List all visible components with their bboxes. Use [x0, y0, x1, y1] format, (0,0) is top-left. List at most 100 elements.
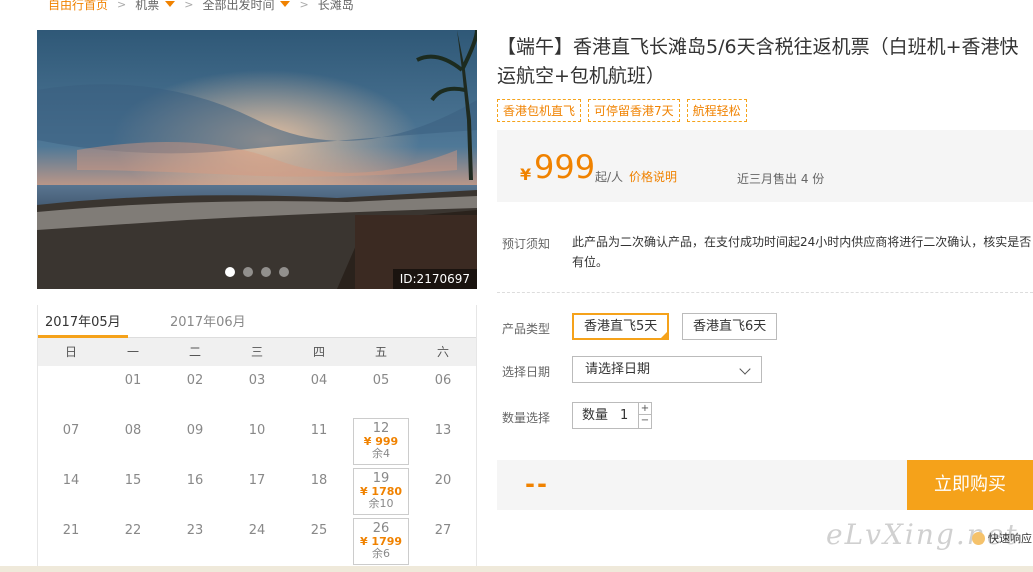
quantity-label: 数量选择: [502, 411, 551, 425]
calendar-day-number: 07: [62, 423, 80, 438]
quick-response-badge[interactable]: 快速响应: [972, 530, 1032, 546]
calendar-day-number: 11: [310, 423, 328, 438]
calendar-day-number: 19: [372, 471, 390, 486]
dropdown-triangle-icon[interactable]: [165, 1, 176, 7]
product-tag: 香港包机直飞: [497, 99, 582, 122]
calendar-day: 22: [102, 516, 164, 566]
quantity-increase-button[interactable]: +: [639, 403, 651, 415]
weekday-label: 五: [374, 345, 387, 359]
calendar-day-remaining: 余4: [372, 447, 390, 460]
dropdown-triangle-icon[interactable]: [280, 1, 291, 7]
calendar-day: 16: [164, 466, 226, 516]
product-tags: 香港包机直飞 可停留香港7天 航程轻松: [497, 99, 747, 122]
calendar-grid: 01 02 03 04 05 06 07 08 09 10 11 12 ¥ 999 余4 13 14 15 16 1…: [38, 366, 476, 566]
notice-label: 预订须知: [502, 237, 551, 251]
carousel-dot[interactable]: [243, 267, 253, 277]
carousel-dot[interactable]: [261, 267, 271, 277]
carousel-dot[interactable]: [279, 267, 289, 277]
calendar-day-number: 03: [248, 373, 266, 388]
weekday-label: 四: [312, 345, 325, 359]
calendar-day-number: 08: [124, 423, 142, 438]
calendar-day-number: 22: [124, 523, 142, 538]
calendar-day-number: 23: [186, 523, 204, 538]
calendar-day-available[interactable]: 12 ¥ 999 余4: [353, 418, 409, 465]
calendar-day-number: 01: [124, 373, 142, 388]
chevron-down-icon: [739, 363, 751, 375]
calendar-day-remaining: 余6: [372, 547, 390, 560]
calendar-day: 13: [412, 416, 474, 466]
weekday-label: 一: [126, 345, 139, 359]
breadcrumb-current: 长滩岛: [317, 0, 354, 12]
breadcrumb-home-link[interactable]: 自由行首页: [48, 0, 108, 13]
calendar-day: 20: [412, 466, 474, 516]
calendar-day-number: 20: [434, 473, 452, 488]
breadcrumb-separator-icon: >: [299, 0, 309, 11]
weekday-label: 三: [250, 345, 263, 359]
breadcrumb-separator-icon: >: [117, 0, 127, 11]
calendar-day-number: 05: [372, 373, 390, 388]
calendar-day: 03: [226, 366, 288, 416]
product-type-option-6day[interactable]: 香港直飞6天: [682, 313, 778, 340]
price-unit: 起/人: [595, 170, 624, 184]
tab-may[interactable]: 2017年05月: [45, 311, 121, 330]
date-select[interactable]: 请选择日期: [572, 356, 762, 383]
calendar-day-number: 24: [248, 523, 266, 538]
product-type-option-5day[interactable]: 香港直飞5天: [572, 313, 670, 340]
hand-icon: [972, 531, 985, 545]
calendar-day: 08: [102, 416, 164, 466]
product-title: 【端午】香港直飞长滩岛5/6天含税往返机票（白班机+香港快运航空+包机航班）: [497, 36, 1019, 87]
weekday-label: 日: [64, 345, 77, 359]
breadcrumb-separator-icon: >: [184, 0, 194, 11]
price-calendar: 2017年05月 2017年06月 日 一 二 三 四 五 六 01 02 03 04…: [37, 305, 477, 572]
calendar-day-remaining: 余10: [368, 497, 394, 510]
calendar-day-number: 17: [248, 473, 266, 488]
calendar-day: 27: [412, 516, 474, 566]
calendar-day: 06: [412, 366, 474, 416]
calendar-day-available[interactable]: 26 ¥ 1799 余6: [353, 518, 409, 565]
sales-count: 近三月售出 4 份: [737, 172, 825, 186]
product-tag: 航程轻松: [686, 99, 747, 122]
calendar-day: 25: [288, 516, 350, 566]
calendar-day-number: 04: [310, 373, 328, 388]
calendar-day: 14: [40, 466, 102, 516]
breadcrumb: 自由行首页 > 机票 > 全部出发时间 > 长滩岛: [48, 0, 354, 12]
calendar-day-number: 14: [62, 473, 80, 488]
calendar-day: 23: [164, 516, 226, 566]
calendar-day-number: 10: [248, 423, 266, 438]
product-photo[interactable]: ID:2170697: [37, 30, 477, 289]
calendar-day: 02: [164, 366, 226, 416]
calendar-day: [40, 366, 102, 416]
breadcrumb-flights-link[interactable]: 机票: [135, 0, 159, 13]
weekday-label: 六: [436, 345, 449, 359]
section-divider: [497, 292, 1033, 293]
calendar-day: 01: [102, 366, 164, 416]
calendar-day-available[interactable]: 19 ¥ 1780 余10: [353, 468, 409, 515]
calendar-day: 17: [226, 466, 288, 516]
product-tag: 可停留香港7天: [588, 99, 680, 122]
quick-response-label: 快速响应: [988, 532, 1032, 545]
buy-now-button[interactable]: 立即购买: [907, 460, 1033, 510]
calendar-day: 24: [226, 516, 288, 566]
purchase-bar: -- 立即购买: [497, 460, 1033, 510]
quantity-decrease-button[interactable]: −: [639, 415, 651, 427]
date-select-value: 请选择日期: [585, 362, 651, 377]
calendar-weekday-header: 日 一 二 三 四 五 六: [38, 338, 476, 366]
weekday-label: 二: [188, 345, 201, 359]
calendar-day: 07: [40, 416, 102, 466]
carousel-dot[interactable]: [225, 267, 235, 277]
calendar-day: 10: [226, 416, 288, 466]
calendar-day-number: 26: [372, 521, 390, 536]
quantity-buttons: + −: [638, 403, 651, 428]
calendar-day: 21: [40, 516, 102, 566]
breadcrumb-departure-time-link[interactable]: 全部出发时间: [202, 0, 274, 13]
active-tab-underline: [38, 335, 128, 338]
calendar-day-number: 02: [186, 373, 204, 388]
product-price: 999: [534, 148, 596, 186]
quantity-stepper[interactable]: 数量 1 + −: [572, 402, 652, 429]
carousel-dots: [225, 267, 289, 277]
date-label: 选择日期: [502, 365, 551, 379]
calendar-day-number: 09: [186, 423, 204, 438]
tab-june[interactable]: 2017年06月: [170, 311, 246, 330]
price-explanation-link[interactable]: 价格说明: [629, 168, 677, 185]
quantity-value[interactable]: 1: [620, 408, 628, 423]
